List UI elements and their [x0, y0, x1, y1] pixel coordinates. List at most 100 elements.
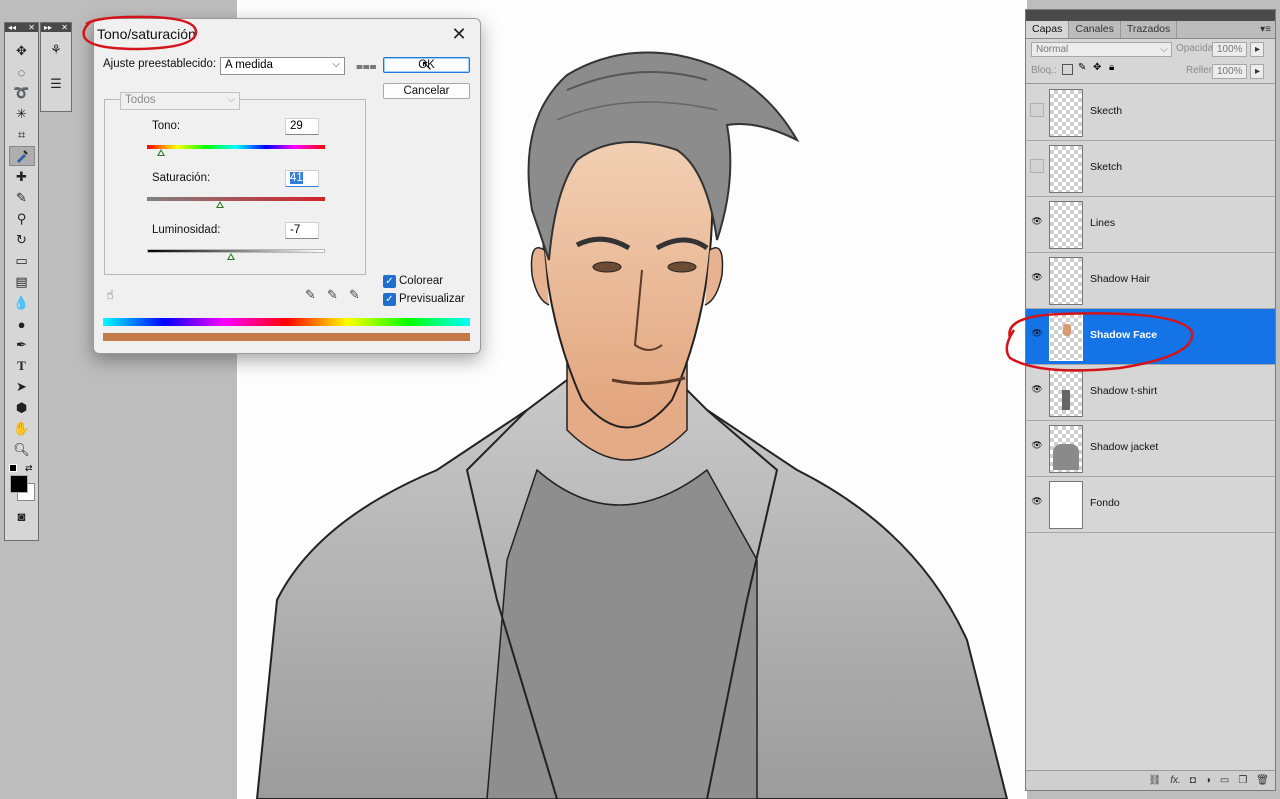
pen-icon[interactable]: ✒ — [9, 335, 35, 355]
eye-icon[interactable]: 👁︎ — [1030, 215, 1044, 229]
healing-icon[interactable]: ✚ — [9, 167, 35, 187]
lock-all-icon[interactable]: 🔒︎ — [1109, 62, 1114, 73]
mask-icon[interactable]: ◘ — [1190, 775, 1196, 786]
eye-icon[interactable]: 👁︎ — [1030, 495, 1044, 509]
layer-row[interactable]: 👁︎ Shadow t-shirt — [1026, 365, 1275, 421]
layer-row[interactable]: Skecth — [1026, 85, 1275, 141]
layer-name: Shadow t-shirt — [1090, 385, 1158, 397]
layer-row[interactable]: 👁︎ Shadow Hair — [1026, 253, 1275, 309]
default-colors-icon[interactable] — [9, 464, 17, 472]
expand-icon[interactable]: ▸▸ — [44, 23, 52, 32]
opacity-input[interactable]: 100% — [1212, 42, 1247, 57]
layer-thumbnail — [1049, 425, 1083, 473]
fill-arrow-icon[interactable]: ▸ — [1250, 64, 1264, 79]
opacity-arrow-icon[interactable]: ▸ — [1250, 42, 1264, 57]
preset-options-icon[interactable]: ⩶ — [356, 59, 377, 74]
trash-icon[interactable]: 🗑︎ — [1256, 775, 1269, 786]
secondary-panel-header[interactable]: ▸▸ ✕ — [41, 23, 71, 32]
hue-slider-track[interactable] — [147, 145, 325, 149]
layer-row[interactable]: 👁︎ Fondo — [1026, 477, 1275, 533]
eyedropper-minus-icon[interactable]: ✎ — [349, 287, 360, 303]
layer-thumbnail — [1049, 481, 1083, 529]
move-icon[interactable]: ✥ — [9, 41, 35, 61]
layers-bottom-bar: ⛓ fx. ◘ ◑ ▭ ❐ 🗑︎ — [1026, 770, 1275, 790]
tools-panel-header[interactable]: ◂◂ ✕ — [5, 23, 38, 32]
type-icon[interactable]: T — [9, 356, 35, 376]
zoom-icon[interactable]: 🔍︎ — [9, 440, 35, 460]
folder-icon[interactable]: ▭ — [1220, 775, 1229, 786]
eyedropper-plus-icon[interactable]: ✎ — [327, 287, 338, 303]
channel-select[interactable]: Todos ⌵ — [120, 92, 240, 110]
lock-pixels-icon[interactable]: ✎ — [1078, 62, 1086, 73]
lightness-slider-thumb[interactable] — [226, 253, 235, 260]
preset-value: A medida — [225, 59, 273, 71]
close-icon[interactable]: ✕ — [28, 23, 35, 32]
tab-layers[interactable]: Capas — [1026, 21, 1070, 38]
fill-input[interactable]: 100% — [1212, 64, 1247, 79]
lightness-input[interactable]: -7 — [285, 222, 319, 239]
blend-mode-select[interactable]: Normal ⌵ — [1031, 42, 1172, 57]
eraser-icon[interactable]: ▭ — [9, 251, 35, 271]
hue-slider-thumb[interactable] — [157, 149, 166, 156]
layer-row-selected[interactable]: 👁︎ Shadow Face — [1026, 309, 1275, 365]
chevron-down-icon: ⌵ — [1160, 44, 1168, 55]
saturation-input[interactable]: 41 — [285, 170, 319, 187]
gradient-icon[interactable]: ▤ — [9, 272, 35, 292]
eye-icon[interactable]: 👁︎ — [1030, 327, 1044, 341]
hand-icon[interactable]: ✋ — [9, 419, 35, 439]
visibility-toggle[interactable] — [1030, 159, 1044, 173]
layer-thumbnail — [1049, 369, 1083, 417]
marquee-icon[interactable]: ◌ — [9, 62, 35, 82]
eye-icon[interactable]: 👁︎ — [1030, 439, 1044, 453]
layer-row[interactable]: 👁︎ Lines — [1026, 197, 1275, 253]
cancel-button[interactable]: Cancelar — [383, 83, 470, 99]
targeted-adjustment-icon[interactable]: ☝ — [106, 287, 114, 303]
eyedropper-icon[interactable] — [8, 146, 35, 166]
layers-panel-header[interactable] — [1026, 10, 1275, 21]
magic-wand-icon[interactable]: ✳ — [9, 104, 35, 124]
link-icon[interactable]: ⛓ — [1149, 775, 1162, 786]
close-icon[interactable]: ✕ — [448, 23, 470, 45]
channel-value: Todos — [125, 94, 156, 106]
shape-icon[interactable]: ⬢ — [9, 398, 35, 418]
hue-input[interactable]: 29 — [285, 118, 319, 135]
dodge-icon[interactable]: ● — [9, 314, 35, 334]
new-layer-icon[interactable]: ❐ — [1238, 775, 1247, 786]
preset-select[interactable]: A medida ⌵ — [220, 57, 345, 75]
lock-transparency-icon[interactable] — [1062, 64, 1073, 75]
secondary-tools-panel: ▸▸ ✕ ⚘ ☰ — [40, 22, 72, 112]
crop-icon[interactable]: ⌗ — [9, 125, 35, 145]
saturation-slider-track[interactable] — [147, 197, 325, 201]
fx-icon[interactable]: fx. — [1170, 775, 1181, 786]
eye-icon[interactable]: 👁︎ — [1030, 383, 1044, 397]
swap-colors-icon[interactable]: ⇄ — [25, 463, 33, 474]
layer-row[interactable]: 👁︎ Shadow jacket — [1026, 421, 1275, 477]
lasso-icon[interactable]: ➰ — [9, 83, 35, 103]
colorize-checkbox[interactable]: ✓ — [383, 275, 396, 288]
layer-row[interactable]: Sketch — [1026, 141, 1275, 197]
panel-menu-icon[interactable]: ▾≡ — [1260, 21, 1271, 38]
brush-icon[interactable]: ✎ — [9, 188, 35, 208]
layer-thumbnail — [1049, 89, 1083, 137]
eyedropper-icon[interactable]: ✎ — [305, 287, 316, 303]
preview-label: Previsualizar — [399, 293, 465, 305]
lock-position-icon[interactable]: ✥ — [1093, 62, 1101, 73]
collapse-icon[interactable]: ◂◂ — [8, 23, 16, 32]
usb-brush-icon[interactable]: ⚘ — [43, 40, 69, 60]
stamp-icon[interactable]: ⚲ — [9, 209, 35, 229]
close-icon[interactable]: ✕ — [61, 23, 68, 32]
tab-paths[interactable]: Trazados — [1121, 21, 1178, 38]
tab-channels[interactable]: Canales — [1069, 21, 1121, 38]
visibility-toggle[interactable] — [1030, 103, 1044, 117]
lightness-slider-track[interactable] — [147, 249, 325, 253]
path-select-icon[interactable]: ➤ — [9, 377, 35, 397]
eye-icon[interactable]: 👁︎ — [1030, 271, 1044, 285]
tool-presets-icon[interactable]: ☰ — [43, 74, 69, 94]
adjustment-icon[interactable]: ◑ — [1205, 775, 1211, 786]
blur-icon[interactable]: 💧 — [9, 293, 35, 313]
quick-mask-icon[interactable]: ◙ — [9, 506, 35, 526]
preview-checkbox[interactable]: ✓ — [383, 293, 396, 306]
foreground-color-swatch[interactable] — [10, 475, 28, 493]
history-brush-icon[interactable]: ↻ — [9, 230, 35, 250]
saturation-slider-thumb[interactable] — [215, 201, 224, 208]
